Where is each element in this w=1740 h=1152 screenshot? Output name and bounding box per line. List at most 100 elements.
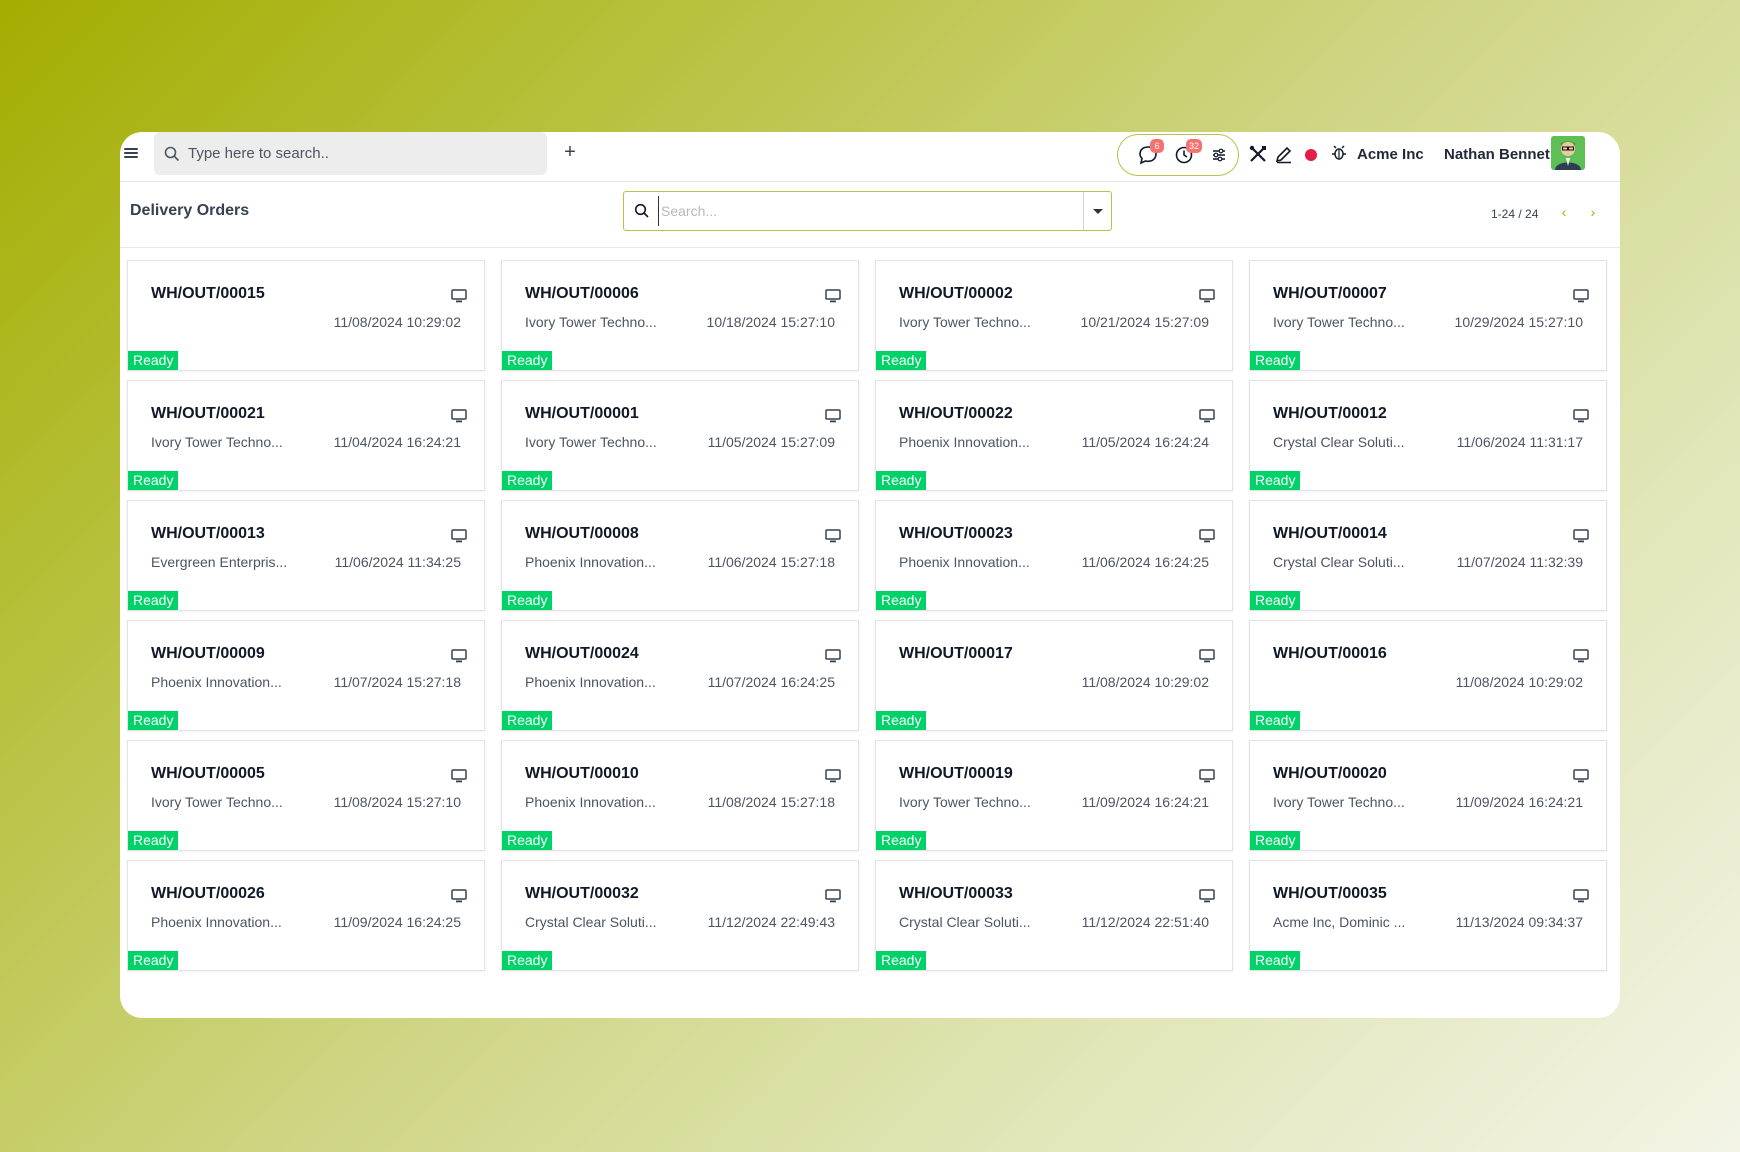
debug-button[interactable] (1330, 144, 1352, 166)
card-date: 11/13/2024 09:34:37 (1455, 914, 1583, 930)
card-date: 11/09/2024 16:24:25 (333, 914, 461, 930)
card-reference: WH/OUT/00001 (525, 405, 639, 422)
monitor-icon (1199, 769, 1215, 783)
card-partner: Evergreen Enterpris... (151, 554, 288, 570)
delivery-order-card[interactable]: WH/OUT/00006 Ivory Tower Techno... 10/18… (501, 260, 859, 371)
delivery-order-card[interactable]: WH/OUT/00016 11/08/2024 10:29:02 Ready (1249, 620, 1607, 731)
user-menu[interactable]: Nathan Bennet (1444, 146, 1550, 163)
delivery-order-card[interactable]: WH/OUT/00023 Phoenix Innovation... 11/06… (875, 500, 1233, 611)
status-badge: Ready (1250, 831, 1301, 850)
delivery-order-card[interactable]: WH/OUT/00022 Phoenix Innovation... 11/05… (875, 380, 1233, 491)
edit-button[interactable] (1274, 144, 1296, 166)
menu-icon[interactable] (124, 146, 138, 160)
search-icon (164, 146, 180, 161)
card-date: 11/07/2024 15:27:18 (333, 674, 461, 690)
card-reference: WH/OUT/00005 (151, 765, 265, 782)
view-search-input[interactable] (658, 196, 1083, 226)
delivery-order-card[interactable]: WH/OUT/00008 Phoenix Innovation... 11/06… (501, 500, 859, 611)
status-badge: Ready (128, 351, 179, 370)
messages-badge: 6 (1150, 139, 1164, 153)
status-badge: Ready (876, 351, 927, 370)
delivery-order-card[interactable]: WH/OUT/00012 Crystal Clear Soluti... 11/… (1249, 380, 1607, 491)
status-badge: Ready (876, 591, 927, 610)
card-reference: WH/OUT/00035 (1273, 885, 1387, 902)
pager-value[interactable]: 1-24 / 24 (1491, 207, 1538, 221)
card-reference: WH/OUT/00020 (1273, 765, 1387, 782)
delivery-order-card[interactable]: WH/OUT/00005 Ivory Tower Techno... 11/08… (127, 740, 485, 851)
monitor-icon (451, 649, 467, 663)
card-reference: WH/OUT/00008 (525, 525, 639, 542)
monitor-icon (825, 529, 841, 543)
status-badge: Ready (502, 471, 553, 490)
card-reference: WH/OUT/00022 (899, 405, 1013, 422)
delivery-order-card[interactable]: WH/OUT/00017 11/08/2024 10:29:02 Ready (875, 620, 1233, 731)
delivery-order-card[interactable]: WH/OUT/00010 Phoenix Innovation... 11/08… (501, 740, 859, 851)
status-badge: Ready (876, 951, 927, 970)
search-icon (634, 203, 649, 218)
company-switcher[interactable]: Acme Inc (1357, 146, 1424, 163)
monitor-icon (825, 289, 841, 303)
card-partner: Ivory Tower Techno... (151, 434, 283, 450)
status-badge: Ready (128, 711, 179, 730)
global-search-input[interactable]: Type here to search.. (154, 132, 547, 175)
add-button[interactable]: + (558, 140, 582, 164)
card-date: 11/06/2024 15:27:18 (707, 554, 835, 570)
tools-icon (1249, 145, 1266, 162)
card-date: 11/06/2024 16:24:25 (1081, 554, 1209, 570)
activities-badge: 32 (1186, 139, 1203, 153)
card-partner: Crystal Clear Soluti... (899, 914, 1031, 930)
card-partner: Crystal Clear Soluti... (1273, 434, 1405, 450)
card-date: 11/08/2024 15:27:10 (333, 794, 461, 810)
search-options-toggle[interactable] (1083, 192, 1111, 230)
card-reference: WH/OUT/00012 (1273, 405, 1387, 422)
activities-button[interactable]: 32 (1174, 139, 1203, 167)
delivery-order-card[interactable]: WH/OUT/00001 Ivory Tower Techno... 11/05… (501, 380, 859, 491)
delivery-order-card[interactable]: WH/OUT/00007 Ivory Tower Techno... 10/29… (1249, 260, 1607, 371)
card-partner: Ivory Tower Techno... (1273, 794, 1405, 810)
delivery-order-card[interactable]: WH/OUT/00002 Ivory Tower Techno... 10/21… (875, 260, 1233, 371)
delivery-order-card[interactable]: WH/OUT/00026 Phoenix Innovation... 11/09… (127, 860, 485, 971)
messages-button[interactable]: 6 (1138, 139, 1164, 167)
monitor-icon (451, 409, 467, 423)
card-partner: Phoenix Innovation... (525, 554, 656, 570)
card-date: 11/12/2024 22:51:40 (1081, 914, 1209, 930)
delivery-order-card[interactable]: WH/OUT/00015 11/08/2024 10:29:02 Ready (127, 260, 485, 371)
monitor-icon (825, 889, 841, 903)
pager-previous-button[interactable]: ‹ (1556, 202, 1572, 222)
status-badge: Ready (128, 591, 179, 610)
settings-button[interactable] (1211, 145, 1233, 167)
monitor-icon (1199, 289, 1215, 303)
delivery-order-card[interactable]: WH/OUT/00032 Crystal Clear Soluti... 11/… (501, 860, 859, 971)
control-panel: Delivery Orders 1-24 / 24 ‹ › (120, 182, 1620, 248)
card-date: 11/06/2024 11:34:25 (334, 554, 461, 570)
monitor-icon (451, 529, 467, 543)
status-badge: Ready (876, 471, 927, 490)
card-reference: WH/OUT/00033 (899, 885, 1013, 902)
status-badge: Ready (1250, 951, 1301, 970)
delivery-order-card[interactable]: WH/OUT/00009 Phoenix Innovation... 11/07… (127, 620, 485, 731)
delivery-order-card[interactable]: WH/OUT/00014 Crystal Clear Soluti... 11/… (1249, 500, 1607, 611)
delivery-order-card[interactable]: WH/OUT/00013 Evergreen Enterpris... 11/0… (127, 500, 485, 611)
recording-indicator[interactable] (1305, 149, 1317, 161)
card-partner: Acme Inc, Dominic ... (1273, 914, 1406, 930)
card-date: 10/29/2024 15:27:10 (1454, 314, 1583, 330)
card-partner: Phoenix Innovation... (151, 914, 282, 930)
delivery-order-card[interactable]: WH/OUT/00035 Acme Inc, Dominic ... 11/13… (1249, 860, 1607, 971)
status-badge: Ready (128, 951, 179, 970)
card-reference: WH/OUT/00007 (1273, 285, 1387, 302)
tools-button[interactable] (1248, 144, 1270, 166)
delivery-order-card[interactable]: WH/OUT/00033 Crystal Clear Soluti... 11/… (875, 860, 1233, 971)
delivery-order-card[interactable]: WH/OUT/00020 Ivory Tower Techno... 11/09… (1249, 740, 1607, 851)
delivery-order-card[interactable]: WH/OUT/00024 Phoenix Innovation... 11/07… (501, 620, 859, 731)
status-badge: Ready (128, 831, 179, 850)
avatar[interactable] (1551, 136, 1585, 170)
card-partner: Phoenix Innovation... (151, 674, 282, 690)
card-partner: Crystal Clear Soluti... (1273, 554, 1405, 570)
card-date: 11/08/2024 10:29:02 (1081, 674, 1209, 690)
delivery-order-card[interactable]: WH/OUT/00021 Ivory Tower Techno... 11/04… (127, 380, 485, 491)
card-reference: WH/OUT/00019 (899, 765, 1013, 782)
monitor-icon (825, 769, 841, 783)
pager-next-button[interactable]: › (1585, 202, 1601, 222)
card-date: 11/07/2024 11:32:39 (1456, 554, 1583, 570)
delivery-order-card[interactable]: WH/OUT/00019 Ivory Tower Techno... 11/09… (875, 740, 1233, 851)
